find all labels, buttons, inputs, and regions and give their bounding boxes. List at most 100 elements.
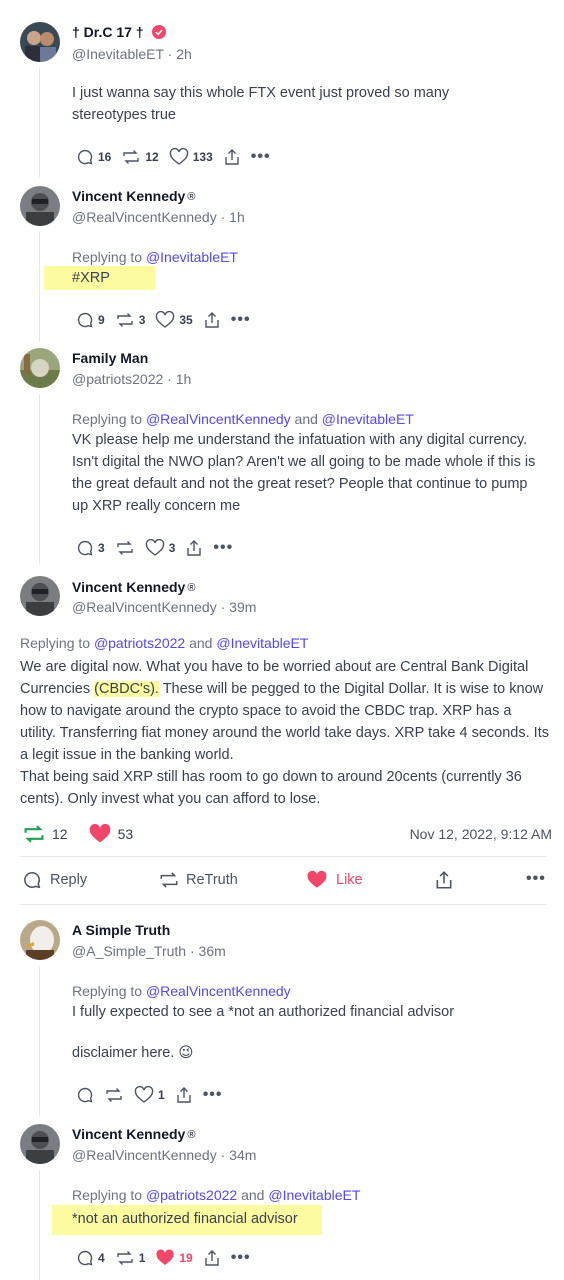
retruth-button[interactable]: 12 xyxy=(121,148,159,166)
post-time[interactable]: 36m xyxy=(199,943,226,959)
registered-mark: ® xyxy=(187,1129,196,1141)
author-handle-line: @RealVincentKennedy · 39m xyxy=(72,599,257,615)
thread-line xyxy=(39,68,40,178)
more-options-button[interactable]: ••• xyxy=(526,870,546,888)
avatar[interactable] xyxy=(20,1124,60,1164)
author-name[interactable]: Vincent Kennedy ® xyxy=(72,579,195,595)
replying-to: Replying to @patriots2022 and @Inevitabl… xyxy=(72,1187,361,1203)
retruth-button[interactable] xyxy=(104,1086,124,1104)
mention-link[interactable]: @InevitableET xyxy=(216,635,308,651)
avatar[interactable] xyxy=(20,22,60,62)
replying-to: Replying to @InevitableET xyxy=(72,249,238,265)
retruth-icon xyxy=(106,1088,122,1102)
like-button[interactable]: Like xyxy=(306,870,363,890)
author-name[interactable]: A Simple Truth xyxy=(72,922,170,938)
mention-link[interactable]: @RealVincentKennedy xyxy=(146,411,291,427)
share-icon xyxy=(436,871,452,889)
mention-link[interactable]: @InevitableET xyxy=(322,411,414,427)
reply-count: 16 xyxy=(98,150,112,164)
reply-icon xyxy=(24,871,41,889)
more-options-button[interactable]: ••• xyxy=(231,311,251,329)
retruth-button[interactable]: 1 xyxy=(115,1249,146,1267)
author-name[interactable]: Vincent Kennedy ® xyxy=(72,1126,195,1142)
avatar[interactable] xyxy=(20,348,60,388)
post-text: I fully expected to see a *not an author… xyxy=(72,1004,455,1020)
author-handle[interactable]: @InevitableET xyxy=(72,46,164,62)
post-text: We are digital now. What you have to be … xyxy=(20,659,549,807)
divider xyxy=(20,856,546,857)
thread-line xyxy=(39,232,40,342)
mention-link[interactable]: @RealVincentKennedy xyxy=(146,983,291,999)
heart-icon xyxy=(156,1249,174,1265)
author-handle-line: @RealVincentKennedy · 1h xyxy=(72,209,245,225)
more-options-button[interactable]: ••• xyxy=(231,1249,251,1267)
share-button[interactable] xyxy=(434,870,454,894)
mention-link[interactable]: @InevitableET xyxy=(146,249,238,265)
share-icon xyxy=(225,149,239,165)
author-name[interactable]: † Dr.C 17 † xyxy=(72,24,166,40)
author-handle-line: @A_Simple_Truth · 36m xyxy=(72,943,226,959)
highlighted-text: (CBDC's). xyxy=(94,681,159,697)
mention-link[interactable]: @patriots2022 xyxy=(94,635,185,651)
divider xyxy=(20,904,546,905)
mention-link[interactable]: @InevitableET xyxy=(268,1187,360,1203)
author-handle[interactable]: @patriots2022 xyxy=(72,371,163,387)
like-button[interactable]: 35 xyxy=(155,311,193,329)
more-options-button[interactable]: ••• xyxy=(203,1086,223,1104)
share-button[interactable] xyxy=(175,1086,193,1104)
reply-button[interactable]: Reply xyxy=(22,870,87,890)
retruth-button[interactable] xyxy=(115,539,135,557)
like-count: 35 xyxy=(179,313,193,327)
share-button[interactable] xyxy=(203,311,221,329)
post-time[interactable]: 34m xyxy=(229,1147,256,1163)
post-time[interactable]: 1h xyxy=(229,209,245,225)
like-button[interactable]: 1 xyxy=(134,1086,165,1104)
heart-icon[interactable] xyxy=(88,823,112,845)
heart-icon xyxy=(134,1086,154,1103)
reply-button[interactable] xyxy=(76,1086,94,1104)
like-button[interactable]: 3 xyxy=(145,539,175,557)
thread-line xyxy=(39,1170,40,1280)
thread-line xyxy=(39,966,40,1116)
author-handle[interactable]: @A_Simple_Truth xyxy=(72,943,186,959)
reply-count: 4 xyxy=(98,1251,105,1265)
share-icon xyxy=(176,1087,191,1103)
retruth-button[interactable]: ReTruth xyxy=(158,870,238,890)
post-text: I just wanna say this whole FTX event ju… xyxy=(72,85,450,123)
avatar[interactable] xyxy=(20,576,60,616)
avatar[interactable] xyxy=(20,920,60,960)
retruth-icon xyxy=(116,541,133,555)
retruth-icon[interactable] xyxy=(22,823,46,845)
reply-icon xyxy=(77,540,93,556)
retruth-button[interactable]: 3 xyxy=(115,311,145,329)
author-handle[interactable]: @RealVincentKennedy xyxy=(72,209,217,225)
verified-badge-icon xyxy=(151,25,166,39)
share-button[interactable] xyxy=(203,1249,221,1267)
reply-button[interactable]: 3 xyxy=(76,539,105,557)
reply-button[interactable]: 4 xyxy=(76,1249,105,1267)
avatar[interactable] xyxy=(20,186,60,226)
share-button[interactable] xyxy=(185,539,203,557)
mention-link[interactable]: @patriots2022 xyxy=(146,1187,237,1203)
post-time[interactable]: 39m xyxy=(229,599,256,615)
reply-button[interactable]: 16 xyxy=(76,148,111,166)
author-name[interactable]: Family Man xyxy=(72,350,148,366)
more-options-button[interactable]: ••• xyxy=(213,539,233,557)
replying-to: Replying to @RealVincentKennedy xyxy=(72,983,291,999)
author-handle[interactable]: @RealVincentKennedy xyxy=(72,599,217,615)
like-count: 53 xyxy=(117,826,134,842)
reply-button[interactable]: 9 xyxy=(76,311,105,329)
post-text: #XRP xyxy=(72,270,110,286)
author-handle[interactable]: @RealVincentKennedy xyxy=(72,1147,217,1163)
share-button[interactable] xyxy=(223,148,241,166)
post-time[interactable]: 1h xyxy=(176,371,192,387)
retruth-count: 1 xyxy=(138,1251,146,1265)
post-text: *not an authorized financial advisor xyxy=(72,1211,298,1227)
author-name[interactable]: Vincent Kennedy ® xyxy=(72,188,195,204)
heart-icon xyxy=(145,539,164,556)
more-options-button[interactable]: ••• xyxy=(251,148,271,166)
retruth-count: 12 xyxy=(145,150,159,164)
post-time[interactable]: 2h xyxy=(176,46,192,62)
like-button[interactable]: 133 xyxy=(169,148,213,166)
like-button[interactable]: 19 xyxy=(155,1249,193,1267)
